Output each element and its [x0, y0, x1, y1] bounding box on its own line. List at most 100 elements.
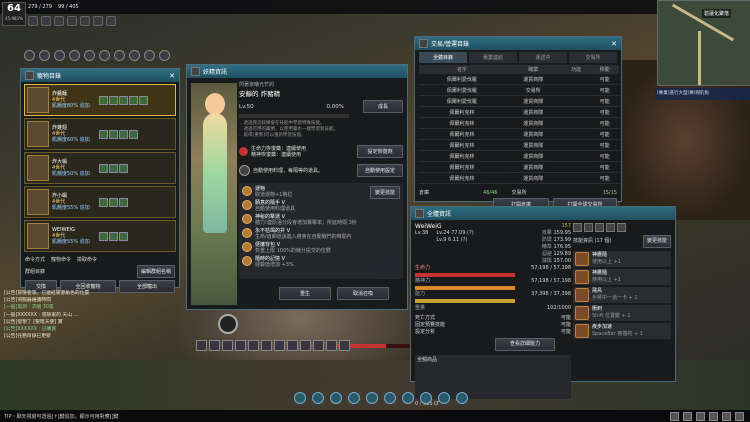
quickslot[interactable] [287, 340, 298, 351]
pickup-command-toggle[interactable]: 撿取命令 [77, 256, 97, 263]
skill-entry[interactable]: 疾步加速 SpaceBar 格擋的 + 1 [573, 323, 671, 339]
hotbar-skill[interactable] [420, 392, 432, 404]
change-skill-button[interactable]: 變更技能 [642, 235, 671, 248]
system-icon[interactable] [696, 411, 705, 421]
table-row[interactable]: 佩爾利克林 運貨商隊 可能 [419, 172, 619, 184]
table-row[interactable]: 佩爾利克林 運貨商隊 可能 [419, 161, 619, 173]
chat-log[interactable]: [公告]冒險者等。已連結來源角色的位置 [公告]伺服器維護時間 [一般]黑洞 :… [4, 290, 180, 394]
hotbar-skill[interactable] [348, 392, 360, 404]
tab-shipping[interactable]: 運送中 [519, 52, 567, 63]
buff-icon[interactable] [93, 16, 103, 26]
hotbar-skill[interactable] [402, 392, 414, 404]
menu-icon[interactable] [144, 50, 155, 61]
menu-icon[interactable] [84, 50, 95, 61]
quickslot[interactable] [209, 340, 220, 351]
system-icon[interactable] [670, 411, 679, 421]
skill-slot-icon[interactable] [584, 223, 593, 232]
status-window-header[interactable]: 全體資訊 [411, 207, 675, 220]
pet-command-toggle[interactable]: 寵物命令 [51, 256, 71, 263]
system-icon[interactable] [709, 411, 718, 421]
pet-row[interactable]: 炸雞翅 4世代 飢餓度60% 追加 [24, 118, 176, 150]
quickslot[interactable] [300, 340, 311, 351]
hotbar-skill[interactable] [330, 392, 342, 404]
skill-slot-icon[interactable] [606, 223, 615, 232]
skill-entry[interactable]: 神鷹隨 使用以上 +1 [573, 251, 671, 267]
quest-tracker[interactable]: [專業]進行大型[樂]撈釣魚 [655, 88, 750, 100]
system-icon[interactable] [683, 411, 692, 421]
set-potion-button[interactable]: 設定恢復劑 [357, 145, 403, 158]
quickslot[interactable] [313, 340, 324, 351]
pet-row[interactable]: WEIWEIG 4世代 飢餓度55% 追加 [24, 220, 176, 252]
menu-icon[interactable] [69, 50, 80, 61]
quickslot[interactable] [222, 340, 233, 351]
minimap[interactable]: 碧蓮化聚落 [657, 0, 750, 86]
quickslot[interactable] [326, 340, 337, 351]
trade-window-title: 交易/營運目錄 [431, 41, 470, 48]
change-skill-button[interactable]: 變更技能 [370, 186, 400, 199]
fairy-level: Lv.50 [239, 103, 254, 110]
buff-icon[interactable] [80, 16, 90, 26]
hotbar-skill[interactable] [294, 392, 306, 404]
level-badge: 64 45.983% [2, 2, 26, 26]
menu-icon[interactable] [159, 50, 170, 61]
menu-icon[interactable] [24, 50, 35, 61]
pet-row[interactable]: 炸小蝦 4世代 飢餓度55% 追加 [24, 186, 176, 218]
system-icon[interactable] [735, 411, 744, 421]
edit-group-name-button[interactable]: 編輯群組名稱 [136, 265, 175, 278]
grow-button[interactable]: 成長 [363, 100, 403, 113]
buff-icon[interactable] [67, 16, 77, 26]
quickslot[interactable] [196, 340, 207, 351]
system-icon[interactable] [722, 411, 731, 421]
cancel-summon-button[interactable]: 取消召喚 [337, 287, 389, 300]
menu-icon[interactable] [114, 50, 125, 61]
skill-entry[interactable]: 神鷹隨 使用以上 +1 [573, 269, 671, 285]
skill-entry[interactable]: 飛鳥 手臂中一道一卡 + 1 [573, 287, 671, 303]
hotbar-skill[interactable] [456, 392, 468, 404]
quickslot[interactable] [261, 340, 272, 351]
tab-all[interactable]: 全體目錄 [419, 52, 467, 63]
close-icon[interactable]: ✕ [169, 72, 175, 80]
tab-links[interactable]: 專業連結 [469, 52, 517, 63]
quickslot[interactable] [235, 340, 246, 351]
hotbar-skill[interactable] [438, 392, 450, 404]
skill-slot-icon[interactable] [617, 223, 626, 232]
skill-entry[interactable]: 衝刺 Shift 位置鍵 + 1 [573, 305, 671, 321]
buff-icon[interactable] [106, 16, 116, 26]
menu-icon[interactable] [39, 50, 50, 61]
quickslot[interactable] [248, 340, 259, 351]
chat-line: [公告]冒險者等。已連結來源角色的位置 [4, 291, 90, 296]
table-row[interactable]: 佩爾利克林 運貨商隊 可能 [419, 128, 619, 140]
fairy-window-header[interactable]: 妖精資訊 [187, 65, 407, 78]
table-row[interactable]: 佩爾利愛伐羅 運貨商隊 可能 [419, 95, 619, 107]
close-icon[interactable]: ✕ [611, 40, 617, 48]
cell-name: 佩爾利愛伐羅 [419, 95, 505, 107]
buff-icon[interactable] [41, 16, 51, 26]
table-row[interactable]: 佩爾利愛伐羅 運貨商隊 可能 [419, 74, 619, 85]
menu-icon[interactable] [129, 50, 140, 61]
skill-slot-icon[interactable] [595, 223, 604, 232]
view-ability-button[interactable]: 查看詳細能力 [495, 338, 555, 351]
quickslot[interactable] [339, 340, 350, 351]
table-row[interactable]: 佩爾利克林 運貨商隊 可能 [419, 139, 619, 151]
pet-row[interactable]: 炸醬麵 4世代 飢餓度80% 追加 [24, 84, 176, 116]
cell-function: 運貨商隊 [504, 117, 562, 129]
trade-window-header[interactable]: 交易/營運目錄 ✕ [415, 37, 621, 50]
hotbar-skill[interactable] [312, 392, 324, 404]
quickslot[interactable] [274, 340, 285, 351]
rebirth-button[interactable]: 重生 [279, 287, 331, 300]
table-row[interactable]: 佩爾利克林 運貨商隊 可能 [419, 150, 619, 162]
hotbar-skill[interactable] [366, 392, 378, 404]
auto-use-settings-button[interactable]: 自動使用設定 [357, 164, 403, 177]
table-row[interactable]: 佩爾利愛伐羅 交易所 可能 [419, 84, 619, 96]
table-row[interactable]: 佩爾利克林 運貨商隊 可能 [419, 106, 619, 118]
skill-slot-icon[interactable] [573, 223, 582, 232]
table-row[interactable]: 佩爾利克林 運貨商隊 可能 [419, 117, 619, 129]
pet-row[interactable]: 炸大蝦 4世代 飢餓度50% 追加 [24, 152, 176, 184]
hotbar-skill[interactable] [384, 392, 396, 404]
buff-icon[interactable] [28, 16, 38, 26]
tab-market[interactable]: 交易所 [569, 52, 617, 63]
pet-window-header[interactable]: 寵物目錄 ✕ [21, 69, 179, 82]
menu-icon[interactable] [99, 50, 110, 61]
menu-icon[interactable] [54, 50, 65, 61]
buff-icon[interactable] [54, 16, 64, 26]
